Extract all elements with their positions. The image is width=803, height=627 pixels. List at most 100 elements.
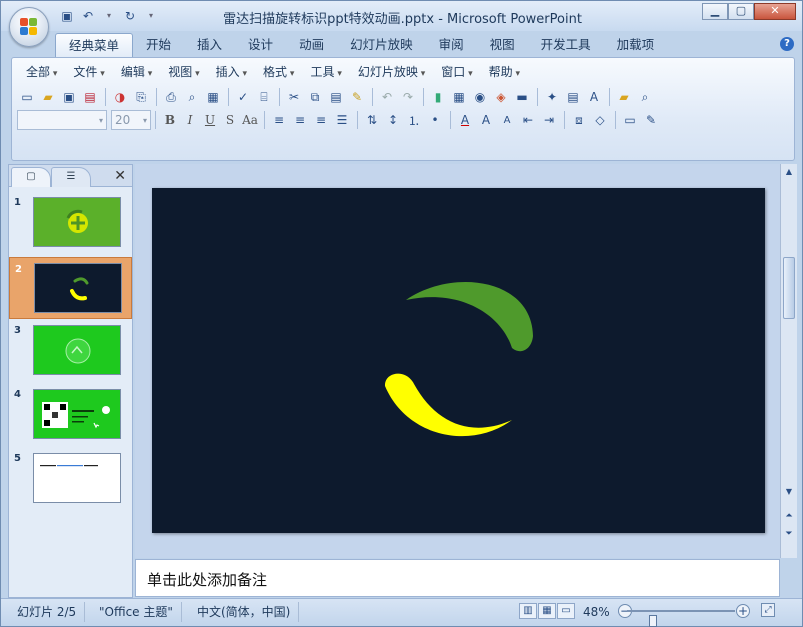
scroll-thumb[interactable] xyxy=(783,257,795,319)
customize-icon[interactable]: ▾ xyxy=(143,8,159,24)
menu-tools[interactable]: 工具 xyxy=(302,63,349,81)
clipart-icon[interactable]: ◉ xyxy=(470,87,490,107)
menu-help[interactable]: 帮助 xyxy=(481,63,528,81)
tab-view[interactable]: 视图 xyxy=(477,33,528,57)
bullets-icon[interactable]: • xyxy=(425,110,445,130)
new-slide-icon[interactable]: ✦ xyxy=(542,87,562,107)
align-center-icon[interactable]: ≡ xyxy=(290,110,310,130)
copy-icon[interactable]: ⧉ xyxy=(305,87,325,107)
increase-indent-icon[interactable]: ⇥ xyxy=(539,110,559,130)
save-icon[interactable]: ▣ xyxy=(59,87,79,107)
spell-check-icon[interactable]: ✓ xyxy=(233,87,253,107)
fit-to-window-icon[interactable]: ⤢ xyxy=(761,603,775,617)
menu-insert[interactable]: 插入 xyxy=(208,63,255,81)
slide-thumbnail-2[interactable]: 2 xyxy=(9,257,132,319)
next-slide-icon[interactable]: ⏷ xyxy=(782,526,796,542)
slideshow-view-icon[interactable]: ▭ xyxy=(557,603,575,619)
help-icon[interactable]: ? xyxy=(780,37,794,51)
text-direction-icon[interactable]: ⇅ xyxy=(362,110,382,130)
menu-slideshow[interactable]: 幻灯片放映 xyxy=(350,63,433,81)
new-icon[interactable]: ▭ xyxy=(17,87,37,107)
align-left-icon[interactable]: ≡ xyxy=(269,110,289,130)
paste-icon[interactable]: ▤ xyxy=(326,87,346,107)
current-slide[interactable] xyxy=(152,188,765,533)
normal-view-icon[interactable]: ▥ xyxy=(519,603,537,619)
decrease-indent-icon[interactable]: ⇤ xyxy=(518,110,538,130)
line-spacing-icon[interactable]: ↕ xyxy=(383,110,403,130)
undo-icon[interactable]: ↶ xyxy=(377,87,397,107)
menu-file[interactable]: 文件 xyxy=(65,63,112,81)
print-icon[interactable]: ⎙ xyxy=(161,87,181,107)
permission-icon[interactable]: ◑ xyxy=(110,87,130,107)
outline-tab[interactable]: ☰ xyxy=(51,167,91,187)
save-pdf-icon[interactable]: ▤ xyxy=(80,87,100,107)
zoom-level[interactable]: 48% xyxy=(583,602,610,622)
undo-icon[interactable]: ↶ xyxy=(80,8,96,24)
shape-outline-icon[interactable]: ✎ xyxy=(641,110,661,130)
maximize-button[interactable]: ▢ xyxy=(728,3,754,20)
tab-design[interactable]: 设计 xyxy=(235,33,286,57)
scroll-down-icon[interactable]: ▼ xyxy=(782,484,796,500)
close-button[interactable]: ✕ xyxy=(754,3,796,20)
scroll-up-icon[interactable]: ▲ xyxy=(782,164,796,180)
theme-indicator[interactable]: "Office 主题" xyxy=(91,602,182,622)
zoom-in-icon[interactable]: + xyxy=(736,604,750,618)
font-name-combo[interactable]: ▾ xyxy=(17,110,107,130)
research-icon[interactable]: ⌸ xyxy=(254,87,274,107)
zoom-slider-knob[interactable] xyxy=(648,615,657,627)
shrink-font-icon[interactable]: A xyxy=(497,110,517,130)
shadow-icon[interactable]: S xyxy=(220,110,240,130)
redo-icon[interactable]: ↻ xyxy=(122,8,138,24)
tab-home[interactable]: 开始 xyxy=(133,33,184,57)
tab-addins[interactable]: 加载项 xyxy=(604,33,668,57)
format-painter-icon[interactable]: ✎ xyxy=(347,87,367,107)
justify-icon[interactable]: ☰ xyxy=(332,110,352,130)
slide-sorter-icon[interactable]: ▦ xyxy=(538,603,556,619)
notes-pane[interactable]: 单击此处添加备注 xyxy=(135,559,780,597)
open-icon[interactable]: ▰ xyxy=(38,87,58,107)
vertical-scrollbar[interactable]: ▲ ▼ ⏶ ⏷ xyxy=(780,164,797,558)
tab-insert[interactable]: 插入 xyxy=(184,33,235,57)
previous-slide-icon[interactable]: ⏶ xyxy=(782,508,796,524)
cut-icon[interactable]: ✂ xyxy=(284,87,304,107)
folder-icon[interactable]: ▰ xyxy=(614,87,634,107)
underline-icon[interactable]: U xyxy=(200,110,220,130)
menu-view[interactable]: 视图 xyxy=(160,63,207,81)
print-preview-icon[interactable]: ⌕ xyxy=(182,87,202,107)
bold-icon[interactable]: B xyxy=(160,110,180,130)
slide-thumbnail-4[interactable]: 4 xyxy=(9,389,132,445)
tab-developer[interactable]: 开发工具 xyxy=(528,33,604,57)
slide-thumbnail-3[interactable]: 3 xyxy=(9,325,132,381)
language-indicator[interactable]: 中文(简体，中国) xyxy=(189,602,300,622)
chart-icon[interactable]: ▮ xyxy=(428,87,448,107)
change-case-icon[interactable]: Aa xyxy=(240,110,260,130)
arrange-icon[interactable]: ⧈ xyxy=(569,110,589,130)
menu-edit[interactable]: 编辑 xyxy=(113,63,160,81)
layout-icon[interactable]: ▦ xyxy=(203,87,223,107)
tab-animation[interactable]: 动画 xyxy=(286,33,337,57)
menu-all[interactable]: 全部 xyxy=(18,63,65,81)
save-icon[interactable]: ▣ xyxy=(59,8,75,24)
table-icon[interactable]: ▦ xyxy=(449,87,469,107)
tab-slideshow[interactable]: 幻灯片放映 xyxy=(337,33,426,57)
color-scheme-icon[interactable]: ▬ xyxy=(512,87,532,107)
picture-icon[interactable]: ◈ xyxy=(491,87,511,107)
tab-classic-menu[interactable]: 经典菜单 xyxy=(55,33,134,57)
close-panel-icon[interactable]: ✕ xyxy=(114,168,126,184)
slides-tab[interactable]: ▢ xyxy=(11,167,51,187)
numbering-icon[interactable]: ⒈ xyxy=(404,110,424,130)
font-color-icon[interactable]: A xyxy=(455,110,475,130)
tab-review[interactable]: 审阅 xyxy=(426,33,477,57)
attach-icon[interactable]: ⎘ xyxy=(131,87,151,107)
office-button[interactable] xyxy=(9,7,49,47)
grow-font-icon[interactable]: A xyxy=(476,110,496,130)
slide-thumbnail-5[interactable]: 5 xyxy=(9,453,132,509)
zoom-icon[interactable]: ⌕ xyxy=(635,87,655,107)
undo-dropdown-icon[interactable]: ▾ xyxy=(101,8,117,24)
shape-fill-icon[interactable]: ▭ xyxy=(620,110,640,130)
textbox-icon[interactable]: A xyxy=(584,87,604,107)
zoom-slider[interactable] xyxy=(627,610,735,627)
font-size-combo[interactable]: 20 ▾ xyxy=(111,110,151,130)
shapes-icon[interactable]: ◇ xyxy=(590,110,610,130)
redo-icon[interactable]: ↷ xyxy=(398,87,418,107)
